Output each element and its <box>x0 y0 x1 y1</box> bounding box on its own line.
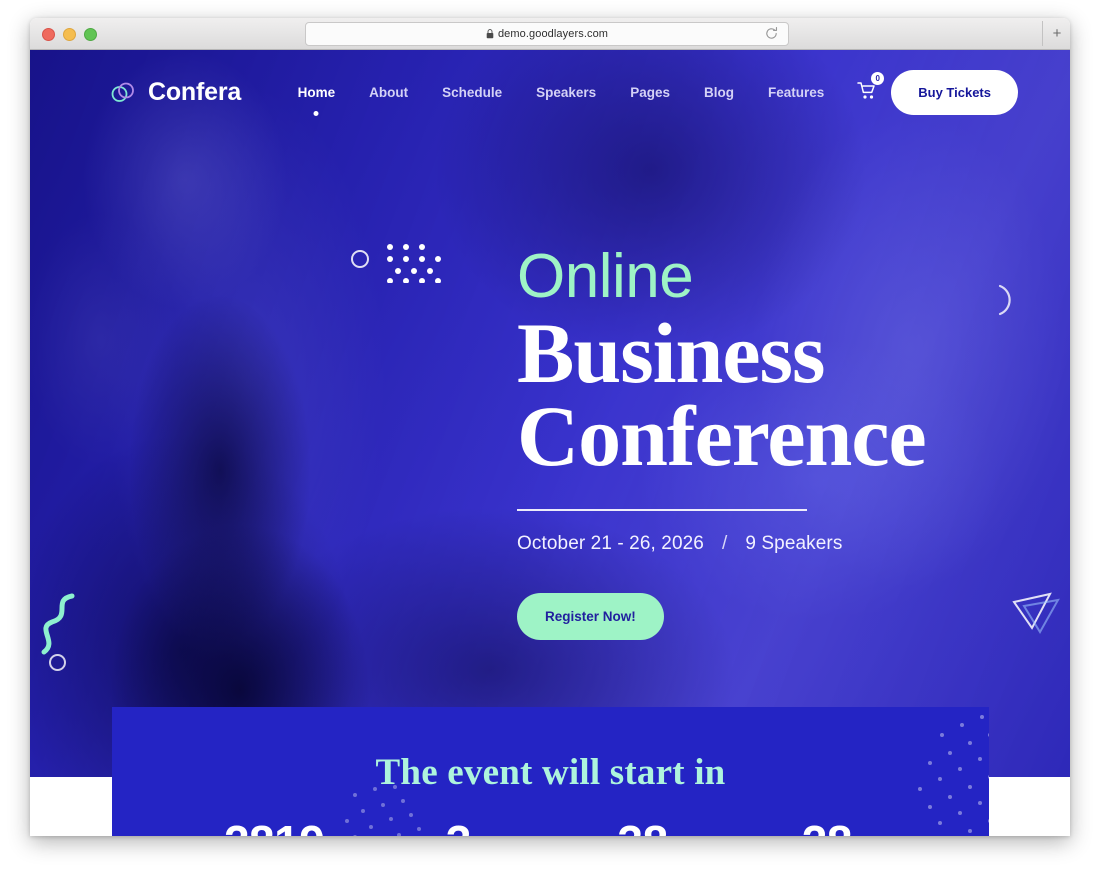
nav-item-home-label: Home <box>297 85 336 100</box>
nav-item-blog[interactable]: Blog <box>687 85 751 100</box>
nav-item-about[interactable]: About <box>352 85 425 100</box>
countdown-value-minutes: 38 <box>551 819 735 836</box>
countdown-values-row: 2819 3 38 28 <box>182 819 919 836</box>
cart-button[interactable]: 0 <box>857 71 885 105</box>
hero-meta: October 21 - 26, 2026 / 9 Speakers <box>517 533 1037 555</box>
lock-icon <box>486 29 494 39</box>
zoom-window-button[interactable] <box>84 28 97 41</box>
cart-count-badge: 0 <box>871 71 885 85</box>
address-bar[interactable]: demo.goodlayers.com <box>305 22 789 46</box>
toolbar-divider <box>1042 21 1043 46</box>
new-tab-button[interactable]: + <box>1048 25 1066 43</box>
countdown-cell: 2819 <box>182 819 366 836</box>
hero-divider-rule <box>517 509 807 511</box>
reload-icon[interactable] <box>764 26 779 41</box>
overlapping-circles-logo-icon <box>111 82 134 102</box>
page-viewport: Confera Home About Schedule Speakers Pag… <box>30 50 1070 836</box>
hero-title-line-2: Business <box>517 305 826 401</box>
nav-item-speakers[interactable]: Speakers <box>519 85 613 100</box>
buy-tickets-button[interactable]: Buy Tickets <box>891 70 1018 115</box>
nav-item-schedule[interactable]: Schedule <box>425 85 519 100</box>
browser-chrome-bar: demo.goodlayers.com + <box>30 18 1070 50</box>
site-navbar: Confera Home About Schedule Speakers Pag… <box>30 50 1070 135</box>
hero-title-line-1: Online <box>517 242 694 311</box>
nav-item-home[interactable]: Home <box>281 85 353 116</box>
minimize-window-button[interactable] <box>63 28 76 41</box>
countdown-cell: 3 <box>366 819 550 836</box>
countdown-heading: The event will start in <box>375 752 726 793</box>
register-now-button[interactable]: Register Now! <box>517 592 664 640</box>
nav-active-indicator-dot <box>313 111 319 116</box>
browser-window: demo.goodlayers.com + Confera Home About… <box>30 18 1070 836</box>
countdown-panel: The event will start in 2819 3 38 28 <box>112 707 989 836</box>
hero-speakers-count: 9 Speakers <box>745 532 843 554</box>
nav-item-features[interactable]: Features <box>751 85 841 100</box>
window-traffic-lights <box>42 28 97 41</box>
countdown-cell: 28 <box>735 819 919 836</box>
brand-logo[interactable]: Confera <box>110 78 241 107</box>
nav-links: Home About Schedule Speakers Pages Blog … <box>281 85 842 116</box>
hero-section: Confera Home About Schedule Speakers Pag… <box>30 50 1070 777</box>
countdown-cell: 38 <box>551 819 735 836</box>
hero-content: Online Business Conference October 21 - … <box>517 246 1037 640</box>
hero-meta-separator: / <box>721 532 728 554</box>
close-window-button[interactable] <box>42 28 55 41</box>
hero-title-line-3: Conference <box>517 387 927 484</box>
address-bar-url: demo.goodlayers.com <box>497 28 609 40</box>
countdown-value-hours: 3 <box>366 819 550 836</box>
countdown-value-seconds: 28 <box>735 819 919 836</box>
hero-event-date: October 21 - 26, 2026 <box>517 532 704 554</box>
countdown-value-days: 2819 <box>182 819 366 836</box>
brand-name: Confera <box>148 78 242 106</box>
nav-item-pages[interactable]: Pages <box>613 85 687 100</box>
